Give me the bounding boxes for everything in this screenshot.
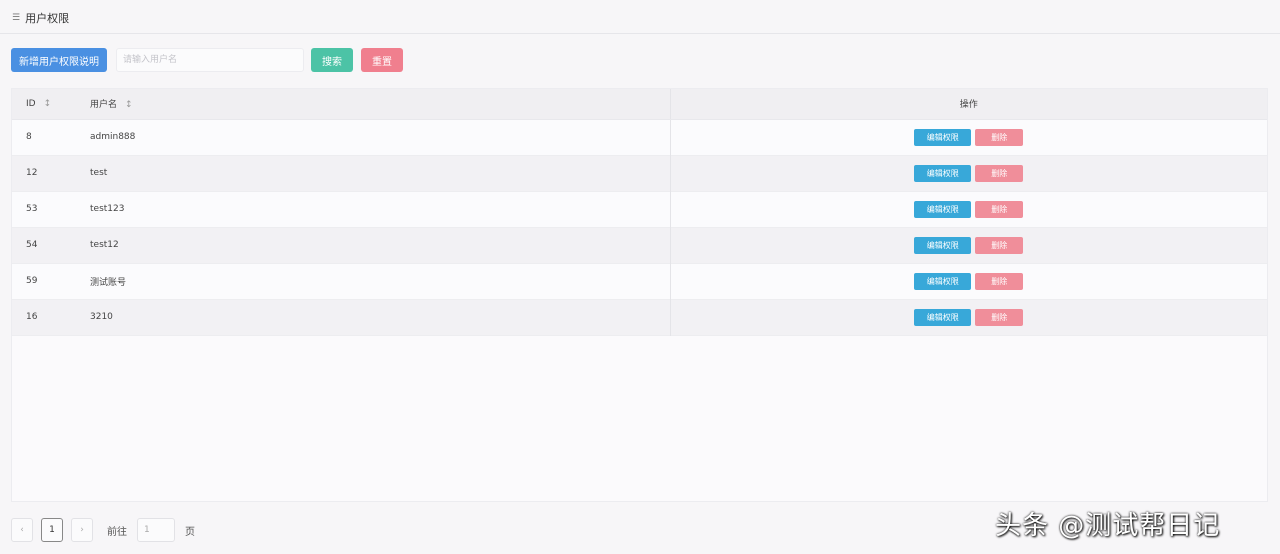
edit-permission-button[interactable]: 编辑权限 <box>914 128 972 146</box>
edit-permission-button[interactable]: 编辑权限 <box>914 200 972 218</box>
column-header-id[interactable]: ID ↕ <box>12 89 76 120</box>
page-title-text: 用户权限 <box>25 12 70 25</box>
add-permission-button[interactable]: 新增用户权限说明 <box>11 48 107 72</box>
table-row: 16 3210 编辑权限 删除 <box>12 299 1267 335</box>
table-header-row: ID ↕ 用户名 ↕ 操作 <box>12 89 1267 120</box>
delete-button[interactable]: 删除 <box>975 200 1024 218</box>
search-input[interactable] <box>116 48 304 72</box>
cell-actions: 编辑权限 删除 <box>669 155 1267 191</box>
cell-id: 16 <box>26 312 38 322</box>
edit-permission-button[interactable]: 编辑权限 <box>914 164 972 182</box>
table-row: 53 test123 编辑权限 删除 <box>12 191 1267 227</box>
cell-id: 54 <box>26 240 38 250</box>
search-button[interactable]: 搜索 <box>311 48 353 72</box>
delete-button[interactable]: 删除 <box>975 164 1024 182</box>
list-icon: ☰ <box>12 13 21 23</box>
cell-username: admin888 <box>90 132 136 142</box>
delete-button[interactable]: 删除 <box>975 128 1024 146</box>
cell-actions: 编辑权限 删除 <box>669 191 1267 227</box>
delete-button[interactable]: 删除 <box>975 272 1024 290</box>
goto-label: 前往 <box>107 526 127 538</box>
page-title: ☰ 用户权限 <box>12 10 69 26</box>
page-unit-label: 页 <box>185 526 195 538</box>
sort-icon[interactable]: ↕ <box>44 99 52 109</box>
column-header-username[interactable]: 用户名 ↕ <box>76 89 670 120</box>
table-row: 12 test 编辑权限 删除 <box>12 155 1267 191</box>
user-table: ID ↕ 用户名 ↕ 操作 8 admin888 编辑权限 删除 12 test 编辑权限 删除 5… <box>11 88 1268 502</box>
cell-id: 53 <box>26 204 38 214</box>
cell-username: test123 <box>90 204 125 214</box>
page-header: ☰ 用户权限 <box>0 0 1280 34</box>
table-row: 59 测试账号 编辑权限 删除 <box>12 263 1267 299</box>
column-header-actions: 操作 <box>669 89 1267 120</box>
cell-username: 3210 <box>90 312 113 322</box>
edit-permission-button[interactable]: 编辑权限 <box>914 308 972 326</box>
cell-id: 12 <box>26 168 38 178</box>
next-page-button[interactable]: › <box>71 518 93 542</box>
page-number-current[interactable]: 1 <box>41 518 63 542</box>
table-row: 8 admin888 编辑权限 删除 <box>12 119 1267 155</box>
cell-actions: 编辑权限 删除 <box>669 299 1267 335</box>
sort-icon[interactable]: ↕ <box>125 100 133 110</box>
edit-permission-button[interactable]: 编辑权限 <box>914 236 972 254</box>
delete-button[interactable]: 删除 <box>975 236 1024 254</box>
cell-actions: 编辑权限 删除 <box>669 263 1267 299</box>
cell-username: test12 <box>90 240 119 250</box>
jump-page-input[interactable]: 1 <box>137 518 175 542</box>
edit-permission-button[interactable]: 编辑权限 <box>914 272 972 290</box>
cell-id: 59 <box>26 276 38 286</box>
delete-button[interactable]: 删除 <box>975 308 1024 326</box>
cell-username: 测试账号 <box>90 277 127 288</box>
cell-id: 8 <box>26 132 32 142</box>
table-row: 54 test12 编辑权限 删除 <box>12 227 1267 263</box>
prev-page-button[interactable]: ‹ <box>11 518 33 542</box>
watermark: 头条 @测试帮日记 <box>995 511 1221 541</box>
pagination: ‹ 1 › 前往 1 页 <box>11 517 195 543</box>
reset-button[interactable]: 重置 <box>361 48 403 72</box>
cell-username: test <box>90 168 108 178</box>
page: ☰ 用户权限 新增用户权限说明 搜索 重置 ID↕ 用户名↕ 操作 8 admin… <box>0 0 1280 554</box>
cell-actions: 编辑权限 删除 <box>669 119 1267 155</box>
cell-actions: 编辑权限 删除 <box>669 227 1267 263</box>
